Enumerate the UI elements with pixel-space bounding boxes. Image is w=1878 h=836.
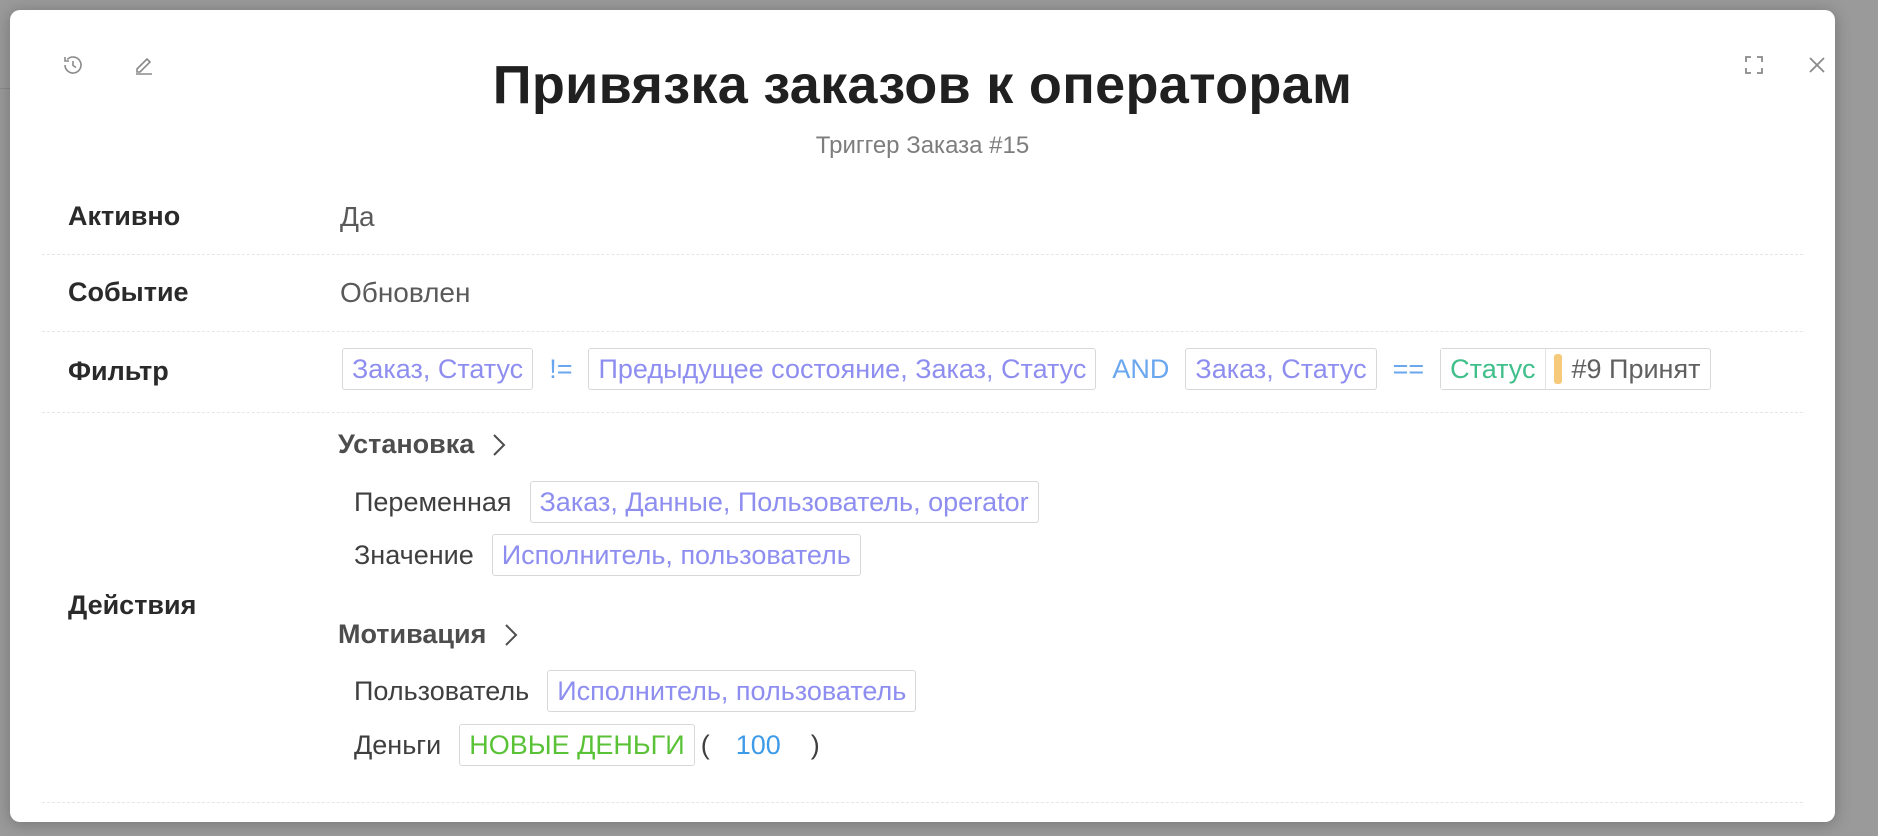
- paren-open: (: [700, 729, 710, 760]
- money-label: Деньги: [354, 729, 442, 760]
- filter-label: Фильтр: [68, 356, 169, 386]
- variable-chip[interactable]: Заказ, Данные, Пользователь, operator: [529, 481, 1039, 523]
- motivation-user-param: Пользователь Исполнитель, пользователь: [354, 670, 917, 712]
- row-filter: Фильтр Заказ, Статус != Предыдущее состо…: [42, 332, 1803, 413]
- motivation-action-title: Мотивация: [338, 619, 487, 649]
- set-action-header[interactable]: Установка: [338, 429, 510, 460]
- active-label: Активно: [68, 201, 181, 231]
- not-equal-operator[interactable]: !=: [549, 354, 572, 385]
- active-value: Да: [340, 201, 375, 232]
- status-value[interactable]: #9 Принят: [1546, 349, 1711, 389]
- money-amount[interactable]: 100: [736, 730, 781, 761]
- variable-label: Переменная: [354, 486, 512, 517]
- row-actions: Действия Установка Переменная Заказ, Дан…: [42, 413, 1803, 803]
- trigger-modal: Привязка заказов к операторам Триггер За…: [10, 10, 1835, 822]
- value-chip[interactable]: Исполнитель, пользователь: [491, 534, 861, 576]
- filter-previous-state-chip[interactable]: Предыдущее состояние, Заказ, Статус: [588, 348, 1097, 390]
- modal-title: Привязка заказов к операторам: [492, 55, 1353, 115]
- equal-operator[interactable]: ==: [1393, 354, 1425, 385]
- modal-subtitle: Триггер Заказа #15: [815, 132, 1030, 159]
- set-value-param: Значение Исполнитель, пользователь: [354, 534, 861, 576]
- event-value: Обновлен: [340, 277, 471, 308]
- row-event: Событие Обновлен: [42, 255, 1803, 332]
- filter-expression: Заказ, Статус != Предыдущее состояние, З…: [342, 348, 1712, 390]
- and-operator[interactable]: AND: [1112, 354, 1169, 385]
- event-label: Событие: [68, 277, 189, 307]
- motivation-money-param: Деньги НОВЫЕ ДЕНЬГИ ( 100 ): [354, 724, 820, 766]
- filter-field-chip-2[interactable]: Заказ, Статус: [1185, 348, 1377, 390]
- chevron-right-icon: [493, 433, 506, 456]
- new-money-function-chip[interactable]: НОВЫЕ ДЕНЬГИ: [459, 724, 695, 766]
- user-label: Пользователь: [354, 675, 530, 706]
- row-active: Активно Да: [42, 178, 1803, 255]
- motivation-action-header[interactable]: Мотивация: [338, 619, 522, 650]
- set-variable-param: Переменная Заказ, Данные, Пользователь, …: [354, 481, 1039, 523]
- value-label: Значение: [354, 539, 474, 570]
- paren-close: ): [810, 729, 820, 760]
- user-chip[interactable]: Исполнитель, пользователь: [547, 670, 917, 712]
- status-chip[interactable]: Статус: [1441, 349, 1546, 389]
- status-color-swatch: [1553, 354, 1562, 384]
- fields-list: Активно Да Событие Обновлен Фильтр Заказ…: [42, 178, 1803, 803]
- chevron-right-icon: [505, 623, 518, 646]
- actions-label: Действия: [68, 590, 197, 620]
- status-value-text: #9 Принят: [1571, 354, 1701, 384]
- status-selector[interactable]: Статус #9 Принят: [1440, 348, 1712, 390]
- filter-field-chip[interactable]: Заказ, Статус: [342, 348, 534, 390]
- set-action-title: Установка: [338, 429, 475, 459]
- background-divider: [0, 88, 10, 89]
